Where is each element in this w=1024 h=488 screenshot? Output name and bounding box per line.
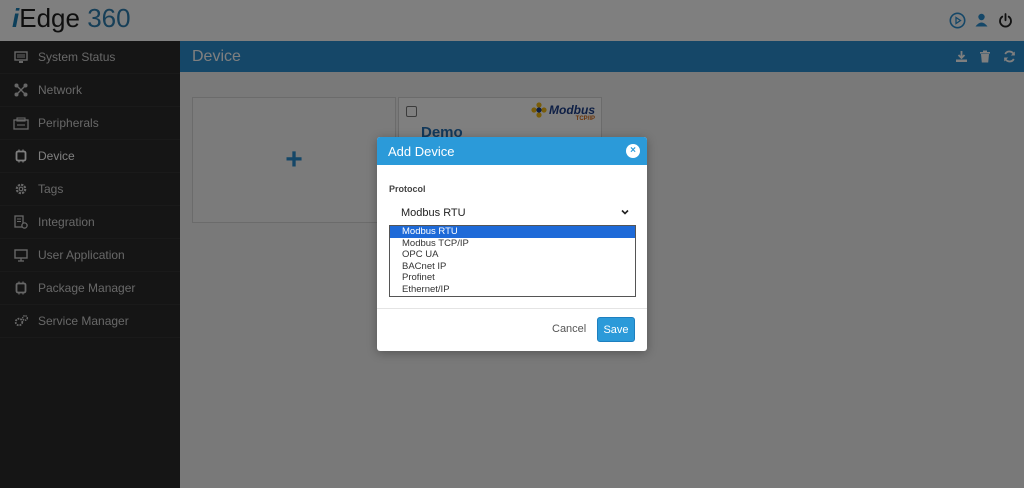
protocol-dropdown-list: Modbus RTU Modbus TCP/IP OPC UA BACnet I…: [389, 225, 636, 297]
protocol-option-modbus-rtu[interactable]: Modbus RTU: [390, 226, 635, 238]
protocol-option-bacnet-ip[interactable]: BACnet IP: [390, 261, 635, 273]
close-button[interactable]: ×: [626, 144, 640, 158]
protocol-select[interactable]: Modbus RTU: [389, 202, 635, 224]
add-device-dialog: Add Device × Protocol Modbus RTU Modbus …: [377, 137, 647, 351]
protocol-option-profinet[interactable]: Profinet: [390, 272, 635, 284]
dialog-title: Add Device: [388, 143, 455, 159]
save-button[interactable]: Save: [597, 317, 635, 342]
dialog-header: Add Device ×: [377, 137, 647, 165]
protocol-option-modbus-tcp[interactable]: Modbus TCP/IP: [390, 238, 635, 250]
protocol-label: Protocol: [389, 184, 426, 194]
protocol-option-ethernet-ip[interactable]: Ethernet/IP: [390, 284, 635, 296]
cancel-button[interactable]: Cancel: [552, 323, 586, 335]
protocol-option-opc-ua[interactable]: OPC UA: [390, 249, 635, 261]
protocol-selected-value: Modbus RTU: [401, 207, 466, 219]
close-icon: ×: [630, 145, 636, 156]
dialog-divider: [377, 308, 647, 309]
chevron-down-icon: [620, 207, 630, 220]
